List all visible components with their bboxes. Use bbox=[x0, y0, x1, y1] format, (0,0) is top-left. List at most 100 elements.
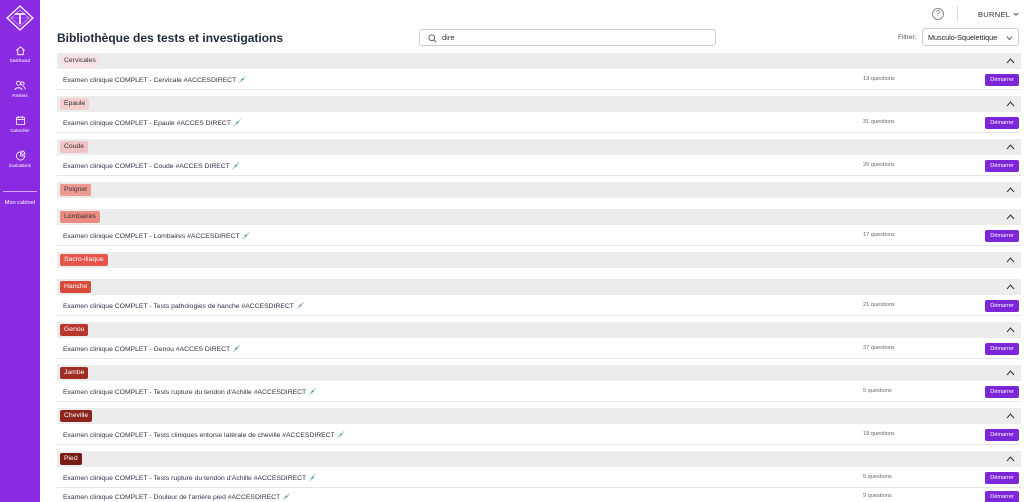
start-button[interactable]: Démarrer bbox=[985, 74, 1019, 86]
nav-evaluations[interactable]: Évaluations bbox=[0, 150, 40, 168]
category-tag: Hanche bbox=[60, 281, 92, 293]
app-logo-icon[interactable] bbox=[5, 4, 35, 32]
category-section: Cervicales Examen clinique COMPLET - Cerv… bbox=[57, 53, 1021, 90]
chevron-up-icon[interactable] bbox=[1006, 283, 1015, 291]
test-title-text: Examen clinique COMPLET - Tests rupture … bbox=[63, 389, 307, 396]
topbar-divider bbox=[957, 6, 958, 22]
test-title: Examen clinique COMPLET - Coude #ACCES D… bbox=[63, 162, 241, 170]
nav-dashboard[interactable]: Dashboard bbox=[0, 45, 40, 63]
question-count: 31 questions bbox=[863, 119, 895, 125]
calendar-icon bbox=[15, 115, 25, 126]
syringe-icon: 💉 bbox=[232, 346, 241, 353]
category-header[interactable]: Sacro-iliaque bbox=[57, 252, 1021, 268]
category-header[interactable]: Epaule bbox=[57, 96, 1021, 112]
chevron-up-icon[interactable] bbox=[1006, 369, 1015, 377]
category-header[interactable]: Genou bbox=[57, 322, 1021, 338]
nav-patients[interactable]: Patients bbox=[0, 80, 40, 98]
filter-select[interactable]: Musculo-Squelettique bbox=[922, 28, 1019, 46]
chevron-down-icon[interactable] bbox=[1013, 11, 1019, 17]
start-button[interactable]: Démarrer bbox=[985, 491, 1019, 502]
category-header[interactable]: Cervicales bbox=[57, 53, 1021, 69]
test-row: Examen clinique COMPLET - Lombaires #ACC… bbox=[57, 227, 1021, 246]
test-title-text: Examen clinique COMPLET - Tests patholog… bbox=[63, 303, 294, 310]
test-title: Examen clinique COMPLET - Douleur de l'a… bbox=[63, 493, 291, 501]
category-header[interactable]: Poignet bbox=[57, 182, 1021, 198]
test-title-text: Examen clinique COMPLET - Tests rupture … bbox=[63, 475, 307, 482]
test-title-text: Examen clinique COMPLET - Epaule #ACCES … bbox=[63, 120, 231, 127]
question-count: 9 questions bbox=[863, 493, 892, 499]
test-title-text: Examen clinique COMPLET - Lombaires #ACC… bbox=[63, 233, 240, 240]
help-icon[interactable]: ? bbox=[932, 8, 944, 20]
question-count: 5 questions bbox=[863, 474, 892, 480]
filter-selected-value: Musculo-Squelettique bbox=[928, 33, 998, 42]
nav-my-cabinet[interactable]: Mon cabinet bbox=[0, 200, 40, 206]
category-tag: Coude bbox=[60, 141, 89, 153]
syringe-icon: 💉 bbox=[308, 475, 317, 482]
nav-dashboard-label: Dashboard bbox=[9, 58, 31, 63]
question-count: 13 questions bbox=[863, 76, 895, 82]
category-header[interactable]: Pied bbox=[57, 451, 1021, 467]
test-title-text: Examen clinique COMPLET - Douleur de l'a… bbox=[63, 494, 281, 501]
chevron-up-icon[interactable] bbox=[1006, 100, 1015, 108]
category-section: Sacro-iliaque bbox=[57, 252, 1021, 268]
syringe-icon: 💉 bbox=[238, 77, 247, 84]
category-tag: Pied bbox=[60, 453, 82, 465]
category-section: Pied Examen clinique COMPLET - Tests rupt… bbox=[57, 451, 1021, 502]
question-count: 5 questions bbox=[863, 388, 892, 394]
start-button[interactable]: Démarrer bbox=[985, 429, 1019, 441]
start-button[interactable]: Démarrer bbox=[985, 117, 1019, 129]
search-input[interactable] bbox=[442, 31, 702, 44]
chevron-up-icon[interactable] bbox=[1006, 213, 1015, 221]
question-count: 17 questions bbox=[863, 232, 895, 238]
category-section: Lombaires Examen clinique COMPLET - Lomba… bbox=[57, 209, 1021, 246]
category-tag: Jambe bbox=[60, 367, 89, 379]
start-button[interactable]: Démarrer bbox=[985, 386, 1019, 398]
category-header[interactable]: Hanche bbox=[57, 279, 1021, 295]
chevron-up-icon[interactable] bbox=[1006, 326, 1015, 334]
start-button[interactable]: Démarrer bbox=[985, 160, 1019, 172]
category-section: Cheville Examen clinique COMPLET - Tests … bbox=[57, 408, 1021, 445]
category-tag: Sacro-iliaque bbox=[60, 254, 108, 266]
test-row: Examen clinique COMPLET - Tests patholog… bbox=[57, 297, 1021, 316]
test-row: Examen clinique COMPLET - Tests clinique… bbox=[57, 426, 1021, 445]
start-button[interactable]: Démarrer bbox=[985, 300, 1019, 312]
start-button[interactable]: Démarrer bbox=[985, 230, 1019, 242]
category-header[interactable]: Coude bbox=[57, 139, 1021, 155]
test-title: Examen clinique COMPLET - Epaule #ACCES … bbox=[63, 119, 242, 127]
start-button[interactable]: Démarrer bbox=[985, 343, 1019, 355]
chevron-up-icon[interactable] bbox=[1006, 186, 1015, 194]
nav-calendar[interactable]: Calendrier bbox=[0, 115, 40, 133]
test-title-text: Examen clinique COMPLET - Genou #ACCES D… bbox=[63, 346, 231, 353]
users-icon bbox=[14, 80, 26, 91]
user-menu[interactable]: BURNEL bbox=[978, 10, 1010, 19]
nav-evaluations-label: Évaluations bbox=[9, 163, 31, 168]
syringe-icon: 💉 bbox=[336, 432, 346, 439]
chevron-up-icon[interactable] bbox=[1006, 143, 1015, 151]
syringe-icon: 💉 bbox=[231, 163, 241, 170]
test-row: Examen clinique COMPLET - Cervicale #ACC… bbox=[57, 71, 1021, 90]
test-row: Examen clinique COMPLET - Tests rupture … bbox=[57, 383, 1021, 402]
chevron-up-icon[interactable] bbox=[1006, 256, 1015, 264]
syringe-icon: 💉 bbox=[232, 120, 242, 127]
syringe-icon: 💉 bbox=[308, 389, 317, 396]
test-title-text: Examen clinique COMPLET - Coude #ACCES D… bbox=[63, 163, 230, 170]
question-count: 21 questions bbox=[863, 302, 895, 308]
category-tag: Cervicales bbox=[60, 55, 100, 67]
test-title: Examen clinique COMPLET - Tests rupture … bbox=[63, 388, 317, 396]
category-header[interactable]: Cheville bbox=[57, 408, 1021, 424]
chevron-up-icon[interactable] bbox=[1006, 412, 1015, 420]
filter-label: Filtrer: bbox=[898, 34, 917, 41]
start-button[interactable]: Démarrer bbox=[985, 472, 1019, 484]
test-title: Examen clinique COMPLET - Tests patholog… bbox=[63, 302, 305, 310]
category-header[interactable]: Lombaires bbox=[57, 209, 1021, 225]
chevron-up-icon[interactable] bbox=[1006, 455, 1015, 463]
category-header[interactable]: Jambe bbox=[57, 365, 1021, 381]
chevron-down-icon bbox=[1006, 36, 1013, 41]
category-tag: Cheville bbox=[60, 410, 93, 422]
search-icon bbox=[428, 34, 437, 43]
chevron-up-icon[interactable] bbox=[1006, 57, 1015, 65]
category-section: Genou Examen clinique COMPLET - Genou #AC… bbox=[57, 322, 1021, 359]
syringe-icon: 💉 bbox=[295, 303, 305, 310]
syringe-icon: 💉 bbox=[241, 233, 251, 240]
test-library-list: Cervicales Examen clinique COMPLET - Cerv… bbox=[57, 53, 1021, 502]
